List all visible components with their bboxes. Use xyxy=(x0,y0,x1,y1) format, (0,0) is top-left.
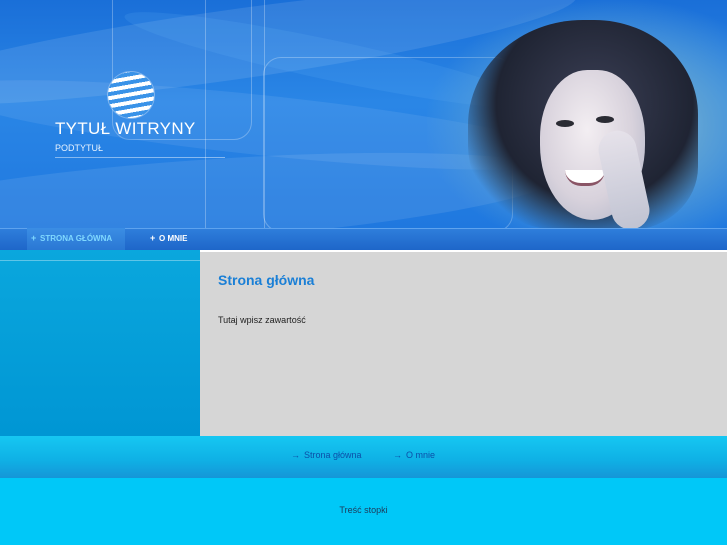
main-nav: + STRONA GŁÓWNA + O MNIE xyxy=(0,228,727,250)
header-photo-eye xyxy=(556,120,574,127)
site-subtitle: PODTYTUŁ xyxy=(55,143,104,153)
plus-icon: + xyxy=(150,233,156,243)
bottom-link-home[interactable]: → Strona główna xyxy=(291,450,362,460)
page-title: Strona główna xyxy=(218,272,315,288)
arrow-right-icon: → xyxy=(291,450,300,460)
site-title[interactable]: TYTUŁ WITRYNY xyxy=(55,119,196,139)
title-divider xyxy=(55,157,225,158)
sidebar xyxy=(0,250,200,436)
nav-item-label: O MNIE xyxy=(159,234,188,243)
bottom-link-label: O mnie xyxy=(406,450,436,460)
plus-icon: + xyxy=(31,233,37,243)
arrow-right-icon: → xyxy=(393,450,402,460)
footer-text: Treść stopki xyxy=(339,505,388,515)
nav-item-home[interactable]: + STRONA GŁÓWNA xyxy=(27,228,125,250)
bottom-nav: → Strona główna → O mnie xyxy=(0,436,727,478)
bottom-link-about[interactable]: → O mnie xyxy=(393,450,435,460)
nav-item-label: STRONA GŁÓWNA xyxy=(40,234,113,243)
striped-globe-icon[interactable] xyxy=(108,72,154,118)
nav-item-about[interactable]: + O MNIE xyxy=(150,228,187,250)
bottom-link-label: Strona główna xyxy=(304,450,362,460)
page-body-text: Tutaj wpisz zawartość xyxy=(218,315,306,325)
main-content: Strona główna Tutaj wpisz zawartość xyxy=(200,250,727,436)
header-photo-eye xyxy=(596,116,614,123)
header-decor-line xyxy=(205,0,265,228)
site-header: TYTUŁ WITRYNY PODTYTUŁ xyxy=(0,0,727,228)
footer: Treść stopki xyxy=(0,478,727,545)
